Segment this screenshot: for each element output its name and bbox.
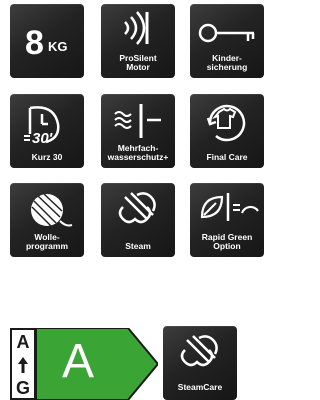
feature-steam: Steam: [101, 183, 175, 257]
feature-steamcare: SteamCare: [163, 326, 237, 400]
energy-scale-top: A: [16, 332, 30, 352]
feature-mehrfach: Mehrfach- wasserschutz+: [101, 94, 175, 168]
feature-kurz30: 30' Kurz 30: [10, 94, 84, 168]
wolle-label: Wolle- programm: [25, 232, 69, 251]
finalcare-label: Final Care: [206, 152, 248, 162]
rapidgreen-label: Rapid Green Option: [201, 232, 253, 251]
energy-class: A: [62, 335, 95, 388]
energy-class-arrow: [36, 328, 158, 400]
feature-finalcare: Final Care: [190, 94, 264, 168]
feature-rapidgreen: Rapid Green Option: [190, 183, 264, 257]
childlock-label: Kinder- sicherung: [206, 53, 248, 72]
steam-label: Steam: [125, 241, 151, 251]
feature-childlock: Kinder- sicherung: [190, 4, 264, 78]
kurz30-label: Kurz 30: [31, 152, 63, 162]
energy-scale-bottom: G: [15, 378, 30, 398]
feature-prosilent: ProSilent Motor: [101, 4, 175, 78]
arrow-up-icon: [18, 357, 28, 373]
feature-capacity: 8 KG: [10, 4, 84, 78]
prosilent-label: ProSilent Motor: [119, 53, 157, 72]
kurz30-clock-text: 30': [32, 130, 53, 147]
steamcare-label: SteamCare: [177, 382, 223, 392]
capacity-value: 8: [25, 24, 44, 62]
feature-wolle: Wolle- programm: [10, 183, 84, 257]
capacity-unit: KG: [48, 39, 68, 54]
energy-scale: A G: [10, 328, 36, 400]
mehrfach-label: Mehrfach- wasserschutz+: [107, 143, 169, 162]
energy-label: A G A: [10, 328, 160, 400]
